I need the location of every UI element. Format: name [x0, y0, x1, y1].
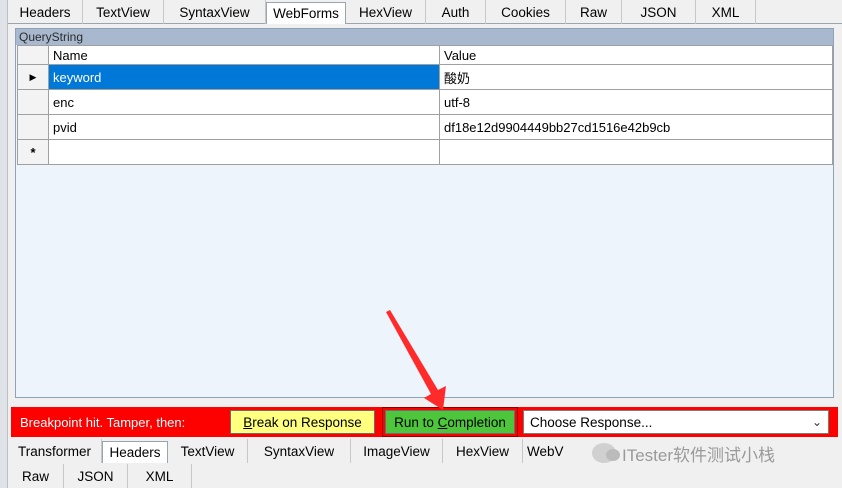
- response-inspector-tabs-row2: Raw JSON XML: [8, 464, 842, 488]
- querystring-title: QueryString: [16, 29, 833, 45]
- tab-xml[interactable]: XML: [696, 0, 756, 24]
- new-row[interactable]: *: [17, 139, 833, 165]
- choose-response-dropdown[interactable]: Choose Response... ⌄: [523, 410, 829, 434]
- table-row[interactable]: ▶ keyword 酸奶: [17, 64, 833, 90]
- grid-header-row: Name Value: [17, 45, 833, 65]
- tab-raw[interactable]: Raw: [8, 464, 64, 488]
- cell-name[interactable]: keyword: [48, 64, 440, 90]
- run-accel-key: C: [437, 414, 448, 430]
- left-splitter[interactable]: [0, 0, 8, 488]
- cell-value[interactable]: 酸奶: [439, 64, 833, 90]
- breakpoint-bar: Breakpoint hit. Tamper, then: Break on R…: [11, 407, 838, 437]
- choose-response-value: Choose Response...: [530, 414, 653, 430]
- run-label-rest: ompletion: [447, 414, 506, 430]
- tab-webforms[interactable]: WebForms: [266, 2, 346, 24]
- grid-corner: [17, 45, 49, 65]
- cell-name[interactable]: [48, 139, 440, 165]
- table-row[interactable]: enc utf-8: [17, 89, 833, 115]
- querystring-panel: QueryString Name Value ▶ keyword 酸奶 enc …: [15, 28, 834, 398]
- tab-textview[interactable]: TextView: [83, 0, 164, 24]
- tab-textview[interactable]: TextView: [168, 439, 248, 463]
- tab-xml[interactable]: XML: [128, 464, 192, 488]
- tab-imageview[interactable]: ImageView: [351, 439, 443, 463]
- tab-syntaxview[interactable]: SyntaxView: [164, 0, 266, 24]
- cell-value[interactable]: [439, 139, 833, 165]
- tab-json[interactable]: JSON: [64, 464, 128, 488]
- request-inspector-tabs: Headers TextView SyntaxView WebForms Hex…: [8, 0, 842, 24]
- current-row-indicator-icon[interactable]: ▶: [17, 64, 49, 90]
- tab-transformer[interactable]: Transformer: [8, 439, 102, 463]
- tab-json[interactable]: JSON: [622, 0, 696, 24]
- chevron-down-icon: ⌄: [811, 415, 822, 429]
- tab-hexview[interactable]: HexView: [346, 0, 426, 24]
- tab-headers[interactable]: Headers: [8, 0, 83, 24]
- cell-value[interactable]: df18e12d9904449bb27cd1516e42b9cb: [439, 114, 833, 140]
- break-accel-key: B: [243, 414, 253, 430]
- run-to-completion-button[interactable]: Run to Completion: [385, 410, 515, 434]
- tab-hexview[interactable]: HexView: [443, 439, 523, 463]
- querystring-grid: Name Value ▶ keyword 酸奶 enc utf-8 pvid d…: [17, 45, 833, 165]
- row-header[interactable]: [17, 114, 49, 140]
- response-inspector-tabs: Transformer Headers TextView SyntaxView …: [8, 439, 842, 463]
- tab-cookies[interactable]: Cookies: [486, 0, 566, 24]
- new-row-marker-icon[interactable]: *: [17, 139, 49, 165]
- column-header-name[interactable]: Name: [48, 45, 440, 65]
- cell-name[interactable]: enc: [48, 89, 440, 115]
- cell-name[interactable]: pvid: [48, 114, 440, 140]
- tab-webview[interactable]: WebV: [523, 439, 573, 463]
- column-header-value[interactable]: Value: [439, 45, 833, 65]
- break-label-rest: reak on Response: [252, 414, 362, 430]
- break-on-response-button[interactable]: Break on Response: [230, 410, 375, 434]
- row-header[interactable]: [17, 89, 49, 115]
- tab-syntaxview[interactable]: SyntaxView: [248, 439, 351, 463]
- breakpoint-label: Breakpoint hit. Tamper, then:: [20, 414, 186, 430]
- cell-value[interactable]: utf-8: [439, 89, 833, 115]
- run-label-prefix: Run to: [394, 414, 438, 430]
- tab-headers[interactable]: Headers: [102, 441, 168, 463]
- table-row[interactable]: pvid df18e12d9904449bb27cd1516e42b9cb: [17, 114, 833, 140]
- tab-raw[interactable]: Raw: [566, 0, 622, 24]
- tab-auth[interactable]: Auth: [426, 0, 486, 24]
